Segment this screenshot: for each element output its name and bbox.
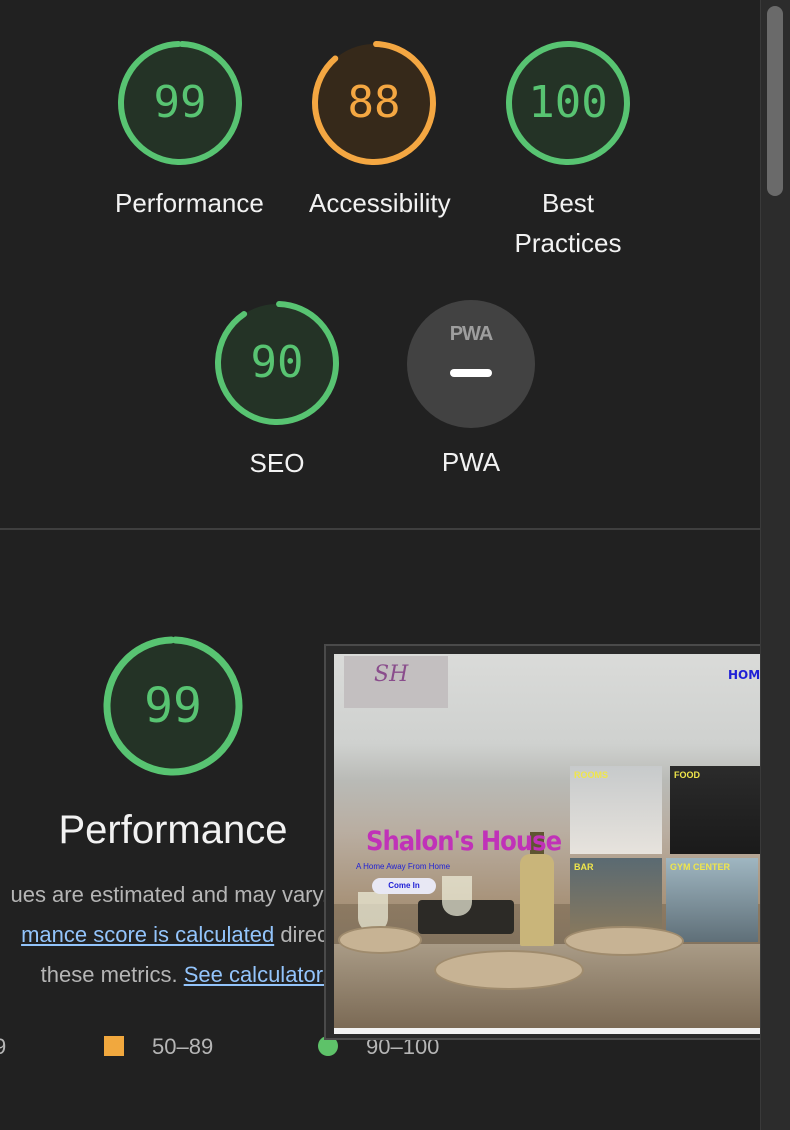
site-hero-subtitle: A Home Away From Home (356, 862, 451, 871)
description-text: direc (274, 922, 328, 947)
legend-average-range: 50–89 (152, 1034, 214, 1059)
performance-title: Performance (58, 808, 288, 852)
description-text: ues are estimated and may vary. (10, 882, 328, 907)
dash-icon (450, 369, 492, 377)
site-tile-rooms: ROOMS (570, 766, 662, 854)
section-divider (0, 528, 760, 530)
gauge-accessibility[interactable]: 88 Accessibility (309, 38, 451, 223)
gauge-performance[interactable]: 99 Performance (115, 38, 264, 223)
see-calculator-link[interactable]: See calculator. (184, 962, 328, 987)
gauge-pwa[interactable]: PWA (407, 300, 535, 428)
gauge-label: Performance (115, 188, 264, 218)
site-logo-text: SH (374, 662, 409, 687)
average-square-icon (104, 1036, 124, 1056)
gauge-label-pwa: PWA (441, 447, 501, 477)
gauge-label: Accessibility (309, 188, 451, 218)
gauge-ring: 90 (212, 298, 342, 428)
performance-description-line2: mance score is calculated direc (21, 922, 328, 948)
gauge-best-practices[interactable]: 100 Best Practices (503, 38, 633, 263)
plate (564, 926, 684, 956)
tile-label: BAR (574, 862, 594, 872)
performance-gauge-large: 99 (101, 634, 245, 778)
wine-glass (442, 876, 472, 916)
site-come-in-button: Come In (372, 878, 436, 894)
performance-description-line1: ues are estimated and may vary. (10, 882, 328, 908)
gauge-seo[interactable]: 90 SEO (212, 298, 342, 483)
performance-description-line3: these metrics. See calculator. (41, 962, 328, 988)
description-text: these metrics. (40, 962, 184, 987)
pwa-logo-icon: PWA (449, 323, 494, 345)
site-hero-title: Shalon's House (366, 826, 562, 857)
site-tile-food: FOOD (670, 766, 768, 854)
gauge-ring: 99 (115, 38, 245, 168)
gauge-score: 100 (528, 77, 608, 128)
final-screenshot-thumbnail[interactable]: SH HOME ROOMS FOOD BAR GYM CENTER Shalon… (324, 644, 770, 1040)
tile-label: ROOMS (574, 770, 609, 780)
scrollbar-thumb[interactable] (767, 6, 783, 196)
performance-score: 99 (144, 678, 202, 734)
gauge-ring: 88 (309, 38, 439, 168)
score-calculation-link[interactable]: mance score is calculated (21, 922, 274, 947)
gauge-label: SEO (249, 448, 305, 478)
gauge-label: Best Practices (514, 188, 622, 258)
gauge-score: 88 (347, 77, 401, 128)
site-tile-gym: GYM CENTER (666, 858, 758, 942)
tile-label: GYM CENTER (670, 862, 731, 872)
gauge-ring: 100 (503, 38, 633, 168)
tile-label: FOOD (674, 770, 700, 780)
plate (338, 926, 422, 954)
gauge-score: 90 (250, 337, 304, 388)
site-footer-strip (334, 1028, 768, 1034)
legend-fail-range: 9 (0, 1034, 7, 1059)
site-logo: SH (344, 656, 448, 708)
website-preview: SH HOME ROOMS FOOD BAR GYM CENTER Shalon… (334, 654, 768, 1028)
gauge-score: 99 (153, 77, 207, 128)
plate (434, 950, 584, 990)
wine-bottle (520, 854, 554, 946)
